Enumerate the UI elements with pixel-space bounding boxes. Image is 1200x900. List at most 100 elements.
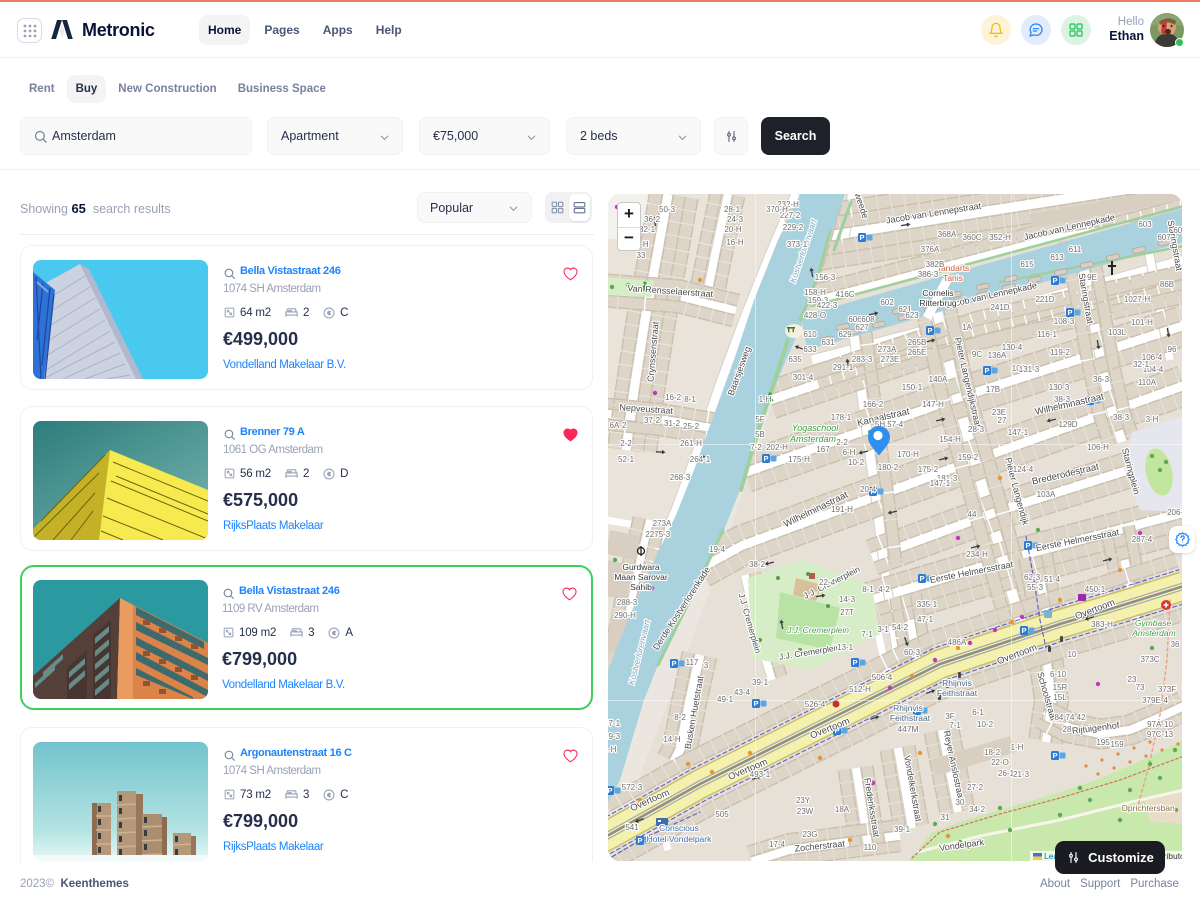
svg-text:221D: 221D xyxy=(1035,295,1054,304)
svg-text:36: 36 xyxy=(1171,640,1180,649)
svg-text:268-3: 268-3 xyxy=(670,473,691,482)
svg-text:18A: 18A xyxy=(835,805,850,814)
svg-text:31: 31 xyxy=(941,813,950,822)
svg-text:147-1: 147-1 xyxy=(1008,428,1029,437)
svg-text:130-4: 130-4 xyxy=(1002,343,1023,352)
svg-text:241D: 241D xyxy=(990,303,1009,312)
svg-text:33: 33 xyxy=(637,251,646,260)
svg-text:7-1: 7-1 xyxy=(949,721,961,730)
svg-text:273A: 273A xyxy=(653,519,672,528)
svg-text:195: 195 xyxy=(1096,738,1110,747)
svg-text:291-1: 291-1 xyxy=(833,363,854,372)
svg-text:20-H: 20-H xyxy=(724,225,742,234)
svg-text:290-H: 290-H xyxy=(614,611,636,620)
svg-text:635: 635 xyxy=(788,355,802,364)
svg-text:627: 627 xyxy=(855,323,869,332)
svg-text:154-H: 154-H xyxy=(939,435,961,444)
svg-text:352-H: 352-H xyxy=(989,233,1011,242)
svg-text:178-1: 178-1 xyxy=(831,413,852,422)
svg-text:383-H: 383-H xyxy=(1091,620,1113,629)
svg-text:32-1: 32-1 xyxy=(1133,360,1150,369)
svg-text:450-1: 450-1 xyxy=(1085,585,1106,594)
svg-text:25-2: 25-2 xyxy=(683,422,700,431)
svg-text:159: 159 xyxy=(1110,740,1124,749)
svg-text:84 74 42: 84 74 42 xyxy=(1054,713,1086,722)
svg-text:14-H: 14-H xyxy=(663,735,681,744)
svg-text:P: P xyxy=(852,658,857,667)
svg-text:8-2: 8-2 xyxy=(674,713,686,722)
svg-text:9C: 9C xyxy=(972,350,982,359)
svg-text:206-H: 206-H xyxy=(1167,508,1182,517)
svg-text:167: 167 xyxy=(816,445,830,454)
svg-text:54-2: 54-2 xyxy=(892,623,909,632)
svg-text:Gurdwara: Gurdwara xyxy=(622,562,660,572)
svg-text:17B: 17B xyxy=(986,385,1000,394)
svg-text:13-1: 13-1 xyxy=(837,643,854,652)
svg-text:16-H: 16-H xyxy=(726,238,744,247)
svg-text:Amsterdam: Amsterdam xyxy=(789,434,837,444)
svg-text:Sahib: Sahib xyxy=(630,582,652,592)
svg-text:506-4: 506-4 xyxy=(872,673,893,682)
svg-text:27T: 27T xyxy=(840,608,854,617)
svg-text:422-3: 422-3 xyxy=(817,301,838,310)
svg-text:Ritterbrug: Ritterbrug xyxy=(919,298,957,308)
svg-text:116-1: 116-1 xyxy=(1037,330,1057,339)
svg-text:22-O: 22-O xyxy=(991,758,1009,767)
svg-text:97C-13: 97C-13 xyxy=(1147,730,1174,739)
svg-text:229-2: 229-2 xyxy=(783,223,804,232)
svg-text:86B: 86B xyxy=(1160,280,1174,289)
svg-text:202-H: 202-H xyxy=(766,443,788,452)
svg-text:P: P xyxy=(1025,541,1030,550)
svg-text:30: 30 xyxy=(956,798,965,807)
svg-text:P: P xyxy=(608,786,613,795)
svg-text:103A: 103A xyxy=(1037,490,1056,499)
svg-text:Yogaschool: Yogaschool xyxy=(792,423,840,433)
svg-text:22-4: 22-4 xyxy=(819,578,836,587)
svg-text:6-1: 6-1 xyxy=(972,708,984,717)
svg-text:96: 96 xyxy=(1168,345,1177,354)
svg-text:129D: 129D xyxy=(1058,420,1077,429)
svg-text:36-3: 36-3 xyxy=(1093,375,1110,384)
svg-text:1-H: 1-H xyxy=(608,745,617,754)
svg-text:572-3: 572-3 xyxy=(622,783,643,792)
svg-text:265B: 265B xyxy=(908,338,927,347)
svg-text:P: P xyxy=(671,659,676,668)
svg-text:106-H: 106-H xyxy=(1087,443,1109,452)
svg-text:Oprichtersban: Oprichtersban xyxy=(1121,803,1175,813)
svg-text:629: 629 xyxy=(838,330,852,339)
svg-text:605: 605 xyxy=(1173,226,1182,235)
svg-text:P: P xyxy=(637,836,642,845)
svg-text:31-2: 31-2 xyxy=(664,419,681,428)
svg-text:27-2: 27-2 xyxy=(967,783,984,792)
svg-text:7-1: 7-1 xyxy=(861,630,873,639)
svg-text:379E-4: 379E-4 xyxy=(1142,696,1168,705)
svg-text:108-3: 108-3 xyxy=(1054,317,1075,326)
svg-text:175-H: 175-H xyxy=(788,455,810,464)
svg-text:5B: 5B xyxy=(755,430,765,439)
svg-text:261-H: 261-H xyxy=(680,439,702,448)
svg-text:602: 602 xyxy=(880,298,894,307)
svg-text:Cornelis: Cornelis xyxy=(922,288,953,298)
svg-text:526-4: 526-4 xyxy=(805,700,826,709)
svg-text:49-1: 49-1 xyxy=(717,695,734,704)
svg-text:3: 3 xyxy=(704,661,709,670)
svg-text:633: 633 xyxy=(803,345,817,354)
svg-text:147-H: 147-H xyxy=(922,400,944,409)
svg-text:6-10: 6-10 xyxy=(1050,670,1067,679)
svg-text:360C: 360C xyxy=(962,233,981,242)
svg-text:7-2: 7-2 xyxy=(750,443,762,452)
svg-text:15R: 15R xyxy=(1053,683,1068,692)
svg-text:27: 27 xyxy=(998,416,1007,425)
svg-text:28-1: 28-1 xyxy=(724,205,741,214)
svg-text:159-2: 159-2 xyxy=(958,453,979,462)
svg-text:3-H: 3-H xyxy=(1146,415,1159,424)
svg-text:1-H: 1-H xyxy=(759,395,772,404)
svg-text:Gymbase: Gymbase xyxy=(1135,618,1172,628)
svg-text:156-3: 156-3 xyxy=(815,273,836,282)
svg-text:373C: 373C xyxy=(1140,655,1159,664)
svg-text:23Y: 23Y xyxy=(796,796,811,805)
svg-text:Conscious: Conscious xyxy=(659,823,699,833)
svg-text:97A-10: 97A-10 xyxy=(1147,720,1173,729)
svg-text:136A: 136A xyxy=(988,351,1007,360)
svg-text:8-1: 8-1 xyxy=(862,585,874,594)
